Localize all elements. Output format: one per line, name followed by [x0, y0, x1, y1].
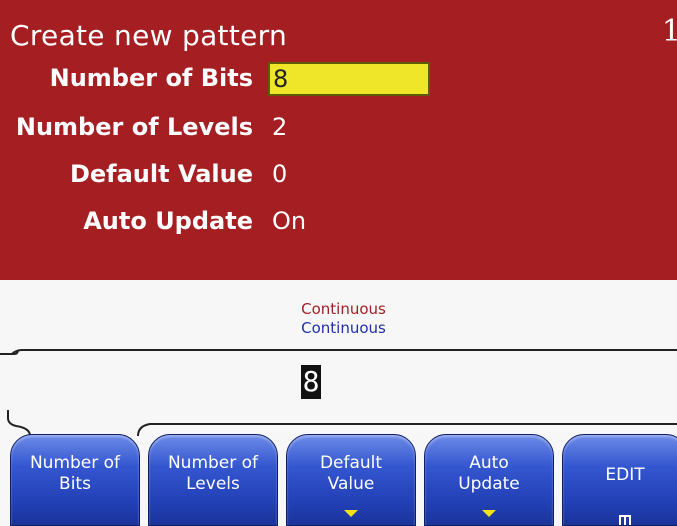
row-number-of-bits: Number of Bits 8: [0, 58, 677, 98]
row-default-value: Default Value 0: [0, 154, 677, 194]
auto-update-value[interactable]: On: [272, 201, 306, 241]
number-of-bits-label: Number of Bits: [49, 64, 253, 92]
row-auto-update: Auto Update On: [0, 201, 677, 241]
grid-icon: [619, 515, 631, 525]
softkey-auto-update[interactable]: Auto Update: [424, 434, 554, 526]
softkey-label-line2: Update: [458, 474, 520, 494]
softkey-label-line2: Value: [327, 474, 375, 494]
softkey-label-line2: Levels: [186, 474, 240, 494]
pattern-config-panel: Create new pattern 1 Number of Bits 8 Nu…: [0, 0, 677, 280]
softkey-bar: Number of Bits Number of Levels Default …: [0, 434, 677, 526]
softkey-label-line1: Auto: [469, 453, 509, 473]
auto-update-label: Auto Update: [83, 207, 253, 235]
softkey-edit[interactable]: EDIT: [562, 434, 677, 526]
number-of-bits-field[interactable]: 8: [268, 62, 430, 96]
softkey-label-line1: EDIT: [605, 465, 645, 485]
softkey-label-line2: Bits: [59, 474, 91, 494]
entry-display-frame: [0, 340, 677, 440]
softkey-label-line1: Default: [319, 453, 383, 473]
softkey-label-line1: Number of: [29, 453, 121, 473]
default-value-value[interactable]: 0: [272, 154, 287, 194]
channel-indicator: 1: [661, 14, 677, 49]
number-of-levels-label: Number of Levels: [15, 113, 253, 141]
default-value-label: Default Value: [69, 160, 253, 188]
mode-status-line-1: Continuous: [301, 300, 386, 318]
entry-value-cursor[interactable]: 8: [301, 365, 321, 399]
panel-title: Create new pattern: [10, 19, 287, 52]
entry-frame-outline: [0, 349, 677, 437]
number-of-levels-value[interactable]: 2: [272, 107, 287, 147]
softkey-number-of-bits[interactable]: Number of Bits: [10, 434, 140, 526]
softkey-default-value[interactable]: Default Value: [286, 434, 416, 526]
row-number-of-levels: Number of Levels 2: [0, 107, 677, 147]
softkey-label-line1: Number of: [167, 453, 259, 473]
softkey-number-of-levels[interactable]: Number of Levels: [148, 434, 278, 526]
mode-status-line-2: Continuous: [301, 319, 386, 337]
